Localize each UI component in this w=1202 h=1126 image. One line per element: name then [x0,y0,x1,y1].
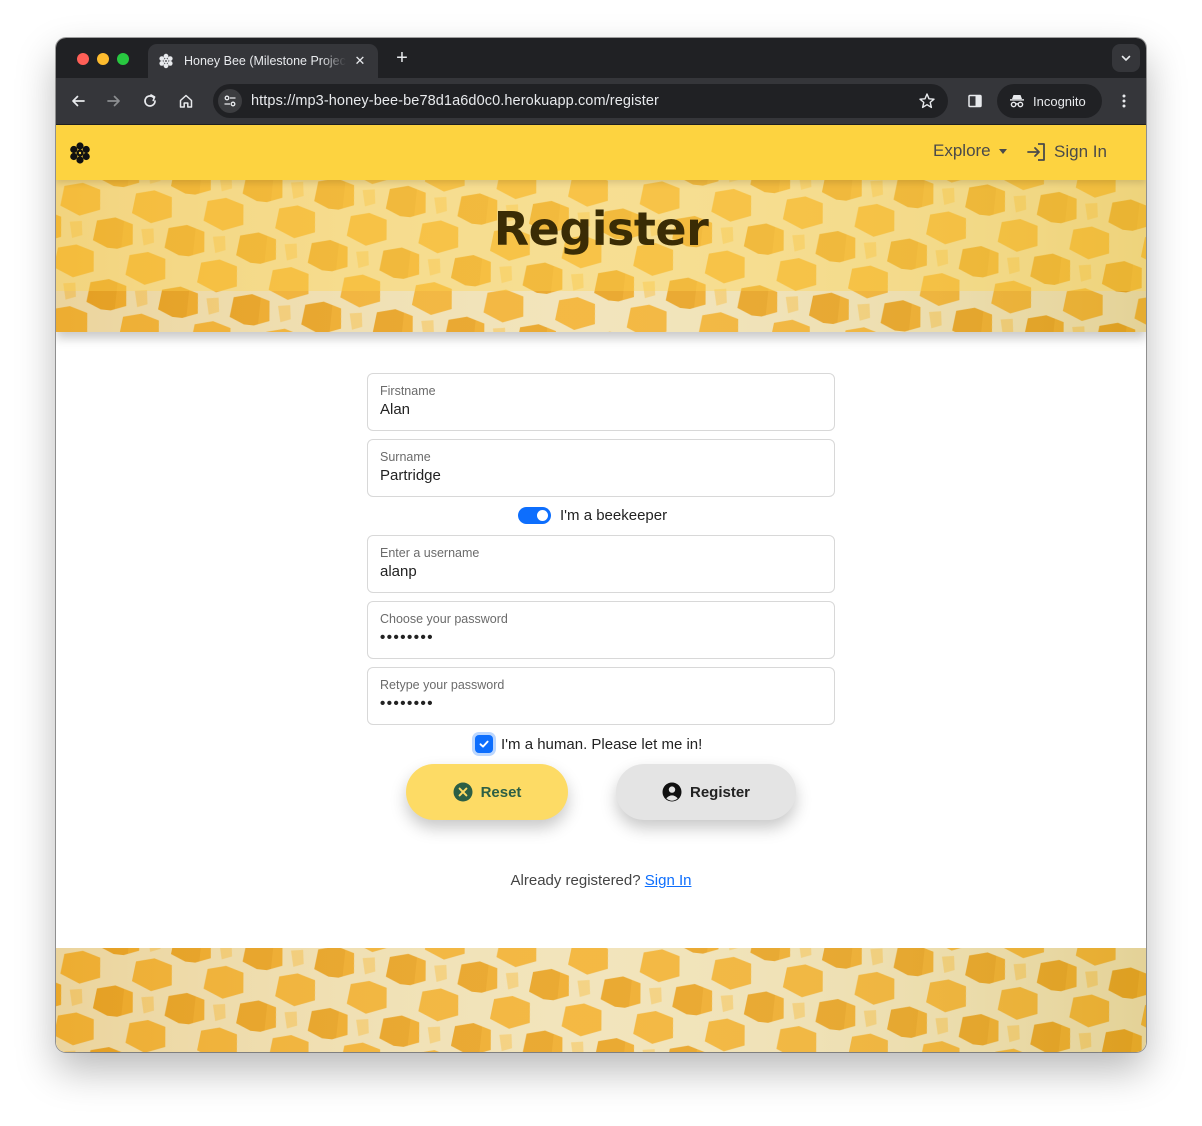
username-value[interactable]: alanp [380,563,822,580]
register-button[interactable]: Register [616,764,796,820]
human-check-label[interactable]: I'm a human. Please let me in! [501,736,702,753]
toggle-knob [537,510,548,521]
reload-icon [144,94,156,107]
username-label: Enter a username [380,546,480,560]
password-confirm-value[interactable]: •••••••• [380,695,822,712]
password-field[interactable]: Choose your password •••••••• [367,601,835,659]
page-content: Explore Sign In Register Firstname Alan … [56,125,1146,1052]
honeycomb-footer-graphic [56,948,1146,1052]
checkmark-icon [479,740,489,748]
site-navbar: Explore Sign In [56,125,1146,180]
side-panel-icon [968,94,982,108]
side-panel-button[interactable] [964,90,986,112]
arrow-right-icon [107,95,120,107]
firstname-field[interactable]: Firstname Alan [367,373,835,431]
beekeeper-toggle[interactable] [518,507,551,524]
honeycomb-footer-image [56,948,1146,1052]
arrow-left-icon [72,95,85,107]
sign-in-link[interactable]: Sign In [645,872,692,889]
tab-close-icon[interactable]: ✕ [352,53,368,69]
honeycomb-favicon-icon [159,53,173,69]
more-vertical-icon [1122,94,1126,108]
surname-label: Surname [380,450,431,464]
password-confirm-field[interactable]: Retype your password •••••••• [367,667,835,725]
browser-toolbar: https://mp3-honey-bee-be78d1a6d0c0.herok… [56,78,1146,125]
hero-banner: Register [56,180,1146,332]
close-circle-icon [453,782,473,802]
already-registered-prompt: Already registered? [510,872,641,889]
already-registered-text: Already registered? Sign In [56,872,1146,889]
firstname-value[interactable]: Alan [380,401,822,418]
chevron-down-icon [1121,55,1131,62]
password-value[interactable]: •••••••• [380,629,822,646]
close-window-button[interactable] [77,53,89,65]
reset-button[interactable]: Reset [406,764,568,820]
explore-dropdown[interactable]: Explore [933,141,1007,161]
password-label: Choose your password [380,612,508,626]
maximize-window-button[interactable] [117,53,129,65]
new-tab-button[interactable]: + [392,46,412,70]
tab-search-button[interactable] [1112,44,1140,72]
reload-button[interactable] [139,90,161,112]
register-label: Register [689,783,751,801]
sign-in-icon [1027,143,1045,161]
firstname-label: Firstname [380,384,436,398]
bookmark-star-icon[interactable] [918,92,936,115]
tab-title: Honey Bee (Milestone Project 3) [184,54,346,68]
beekeeper-toggle-label[interactable]: I'm a beekeeper [560,507,667,524]
incognito-profile-button[interactable]: Incognito [997,84,1102,118]
reset-label: Reset [480,783,522,801]
password-confirm-label: Retype your password [380,678,505,692]
user-circle-icon [662,782,682,802]
beekeeper-toggle-row: I'm a beekeeper [518,507,667,524]
home-button[interactable] [175,90,197,112]
surname-field[interactable]: Surname Partridge [367,439,835,497]
minimize-window-button[interactable] [97,53,109,65]
explore-label: Explore [933,141,991,160]
tab-strip: Honey Bee (Milestone Project 3) ✕ + [56,38,1146,78]
browser-tab[interactable]: Honey Bee (Milestone Project 3) ✕ [148,44,378,78]
page-title: Register [493,202,709,256]
incognito-label: Incognito [1033,93,1086,109]
sign-in-label: Sign In [1054,142,1107,161]
honeycomb-logo-icon[interactable] [69,142,91,164]
address-bar[interactable]: https://mp3-honey-bee-be78d1a6d0c0.herok… [213,84,948,118]
incognito-icon [1010,95,1024,108]
surname-value[interactable]: Partridge [380,467,822,484]
human-checkbox[interactable] [475,735,493,753]
url-text[interactable]: https://mp3-honey-bee-be78d1a6d0c0.herok… [251,93,659,109]
browser-window: Honey Bee (Milestone Project 3) ✕ + http… [56,38,1146,1052]
human-check-row: I'm a human. Please let me in! [475,735,702,753]
browser-menu-button[interactable] [1113,90,1135,112]
site-settings-icon[interactable] [218,89,242,113]
back-button[interactable] [67,90,89,112]
home-icon [179,94,193,108]
username-field[interactable]: Enter a username alanp [367,535,835,593]
forward-button[interactable] [103,90,125,112]
caret-down-icon [998,148,1007,154]
nav-sign-in-link[interactable]: Sign In [1026,141,1107,163]
